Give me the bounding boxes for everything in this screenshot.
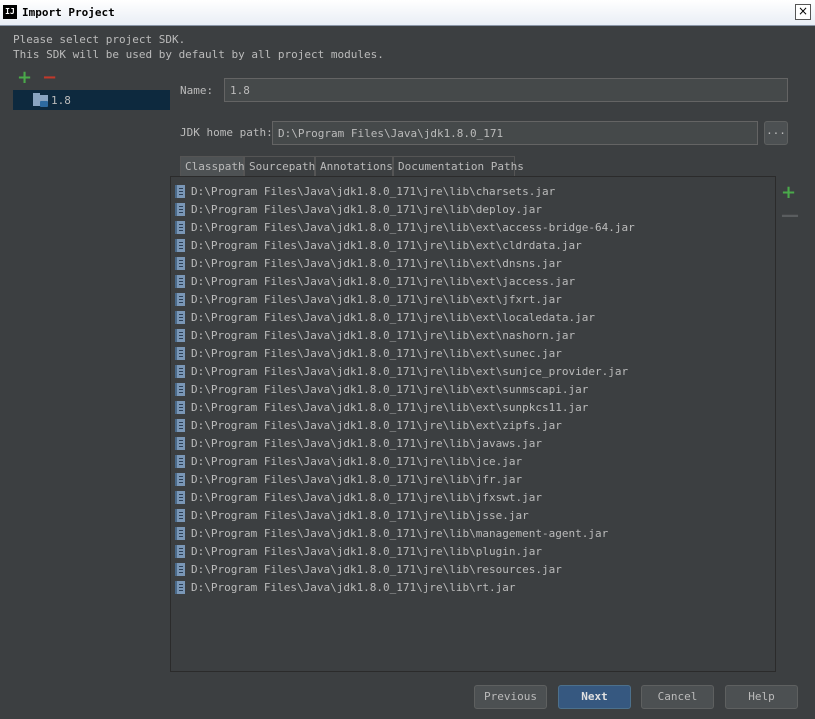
jar-icon xyxy=(175,491,185,504)
title-bar: IJ Import Project × xyxy=(0,0,815,26)
sdk-item-1-8[interactable]: 1.8 xyxy=(13,90,170,110)
classpath-row[interactable]: D:\Program Files\Java\jdk1.8.0_171\jre\l… xyxy=(171,470,771,488)
classpath-entry: D:\Program Files\Java\jdk1.8.0_171\jre\l… xyxy=(191,329,576,342)
classpath-entry: D:\Program Files\Java\jdk1.8.0_171\jre\l… xyxy=(191,257,562,270)
classpath-row[interactable]: D:\Program Files\Java\jdk1.8.0_171\jre\l… xyxy=(171,560,771,578)
classpath-row[interactable]: D:\Program Files\Java\jdk1.8.0_171\jre\l… xyxy=(171,524,771,542)
classpath-entry: D:\Program Files\Java\jdk1.8.0_171\jre\l… xyxy=(191,347,562,360)
classpath-entry: D:\Program Files\Java\jdk1.8.0_171\jre\l… xyxy=(191,491,542,504)
jar-icon xyxy=(175,311,185,324)
classpath-row[interactable]: D:\Program Files\Java\jdk1.8.0_171\jre\l… xyxy=(171,326,771,344)
description-line-2: This SDK will be used by default by all … xyxy=(13,48,384,61)
classpath-entry: D:\Program Files\Java\jdk1.8.0_171\jre\l… xyxy=(191,527,609,540)
jar-icon xyxy=(175,509,185,522)
jar-icon xyxy=(175,581,185,594)
classpath-row[interactable]: D:\Program Files\Java\jdk1.8.0_171\jre\l… xyxy=(171,218,771,236)
close-button[interactable]: × xyxy=(795,4,811,20)
jar-icon xyxy=(175,239,185,252)
classpath-entry: D:\Program Files\Java\jdk1.8.0_171\jre\l… xyxy=(191,239,582,252)
classpath-entry: D:\Program Files\Java\jdk1.8.0_171\jre\l… xyxy=(191,419,562,432)
tab-documentation-paths[interactable]: Documentation Paths xyxy=(393,156,524,176)
dialog-title: Import Project xyxy=(22,6,115,19)
jar-icon xyxy=(175,545,185,558)
classpath-entry: D:\Program Files\Java\jdk1.8.0_171\jre\l… xyxy=(191,185,556,198)
sdk-list: 1.8 xyxy=(13,90,170,699)
classpath-entry: D:\Program Files\Java\jdk1.8.0_171\jre\l… xyxy=(191,473,523,486)
jdk-home-input[interactable] xyxy=(272,121,758,145)
jar-icon xyxy=(175,437,185,450)
classpath-row[interactable]: D:\Program Files\Java\jdk1.8.0_171\jre\l… xyxy=(171,362,771,380)
jar-icon xyxy=(175,293,185,306)
jar-icon xyxy=(175,329,185,342)
classpath-row[interactable]: D:\Program Files\Java\jdk1.8.0_171\jre\l… xyxy=(171,182,771,200)
classpath-row[interactable]: D:\Program Files\Java\jdk1.8.0_171\jre\l… xyxy=(171,344,771,362)
classpath-entry: D:\Program Files\Java\jdk1.8.0_171\jre\l… xyxy=(191,293,562,306)
browse-button[interactable]: ... xyxy=(764,121,788,145)
classpath-list: D:\Program Files\Java\jdk1.8.0_171\jre\l… xyxy=(170,176,776,672)
sdk-item-label: 1.8 xyxy=(51,94,71,107)
classpath-row[interactable]: D:\Program Files\Java\jdk1.8.0_171\jre\l… xyxy=(171,290,771,308)
classpath-row[interactable]: D:\Program Files\Java\jdk1.8.0_171\jre\l… xyxy=(171,488,771,506)
jar-icon xyxy=(175,527,185,540)
jdk-home-label: JDK home path: xyxy=(180,126,273,139)
classpath-entry: D:\Program Files\Java\jdk1.8.0_171\jre\l… xyxy=(191,563,562,576)
name-label: Name: xyxy=(180,84,214,97)
remove-sdk-button[interactable]: − xyxy=(42,69,57,87)
jar-icon xyxy=(175,455,185,468)
classpath-entry: D:\Program Files\Java\jdk1.8.0_171\jre\l… xyxy=(191,509,529,522)
classpath-toolbar: + — xyxy=(776,176,815,672)
classpath-row[interactable]: D:\Program Files\Java\jdk1.8.0_171\jre\l… xyxy=(171,308,771,326)
classpath-entry: D:\Program Files\Java\jdk1.8.0_171\jre\l… xyxy=(191,455,523,468)
classpath-row[interactable]: D:\Program Files\Java\jdk1.8.0_171\jre\l… xyxy=(171,416,771,434)
classpath-row[interactable]: D:\Program Files\Java\jdk1.8.0_171\jre\l… xyxy=(171,272,771,290)
description-line-1: Please select project SDK. xyxy=(13,33,186,46)
help-button[interactable]: Help xyxy=(725,685,798,709)
tab-annotations[interactable]: Annotations xyxy=(315,156,393,176)
classpath-entry: D:\Program Files\Java\jdk1.8.0_171\jre\l… xyxy=(191,203,542,216)
classpath-row[interactable]: D:\Program Files\Java\jdk1.8.0_171\jre\l… xyxy=(171,506,771,524)
jar-icon xyxy=(175,347,185,360)
classpath-entry: D:\Program Files\Java\jdk1.8.0_171\jre\l… xyxy=(191,383,589,396)
classpath-row[interactable]: D:\Program Files\Java\jdk1.8.0_171\jre\l… xyxy=(171,452,771,470)
add-sdk-button[interactable]: + xyxy=(17,69,32,87)
previous-button[interactable]: Previous xyxy=(474,685,547,709)
jar-icon xyxy=(175,419,185,432)
classpath-entry: D:\Program Files\Java\jdk1.8.0_171\jre\l… xyxy=(191,437,542,450)
jar-icon xyxy=(175,383,185,396)
tab-sourcepath[interactable]: Sourcepath xyxy=(244,156,315,176)
classpath-entry: D:\Program Files\Java\jdk1.8.0_171\jre\l… xyxy=(191,545,542,558)
jar-icon xyxy=(175,275,185,288)
cancel-button[interactable]: Cancel xyxy=(641,685,714,709)
classpath-row[interactable]: D:\Program Files\Java\jdk1.8.0_171\jre\l… xyxy=(171,254,771,272)
jar-icon xyxy=(175,365,185,378)
classpath-row[interactable]: D:\Program Files\Java\jdk1.8.0_171\jre\l… xyxy=(171,542,771,560)
classpath-row[interactable]: D:\Program Files\Java\jdk1.8.0_171\jre\l… xyxy=(171,236,771,254)
classpath-row[interactable]: D:\Program Files\Java\jdk1.8.0_171\jre\l… xyxy=(171,200,771,218)
classpath-row[interactable]: D:\Program Files\Java\jdk1.8.0_171\jre\l… xyxy=(171,578,771,596)
next-button[interactable]: Next xyxy=(558,685,631,709)
jar-icon xyxy=(175,563,185,576)
classpath-entry: D:\Program Files\Java\jdk1.8.0_171\jre\l… xyxy=(191,365,629,378)
classpath-entry: D:\Program Files\Java\jdk1.8.0_171\jre\l… xyxy=(191,401,589,414)
jar-icon xyxy=(175,221,185,234)
classpath-row[interactable]: D:\Program Files\Java\jdk1.8.0_171\jre\l… xyxy=(171,398,771,416)
classpath-entry: D:\Program Files\Java\jdk1.8.0_171\jre\l… xyxy=(191,275,576,288)
intellij-logo-icon: IJ xyxy=(3,5,17,19)
jdk-folder-icon xyxy=(33,93,48,107)
name-input[interactable] xyxy=(224,78,788,102)
classpath-entry: D:\Program Files\Java\jdk1.8.0_171\jre\l… xyxy=(191,311,595,324)
jar-icon xyxy=(175,257,185,270)
jar-icon xyxy=(175,185,185,198)
classpath-entry: D:\Program Files\Java\jdk1.8.0_171\jre\l… xyxy=(191,581,516,594)
add-path-button[interactable]: + xyxy=(781,184,796,202)
tab-classpath[interactable]: Classpath xyxy=(180,156,245,176)
classpath-row[interactable]: D:\Program Files\Java\jdk1.8.0_171\jre\l… xyxy=(171,380,771,398)
jar-icon xyxy=(175,203,185,216)
remove-path-button[interactable]: — xyxy=(781,207,799,225)
classpath-entry: D:\Program Files\Java\jdk1.8.0_171\jre\l… xyxy=(191,221,635,234)
jar-icon xyxy=(175,473,185,486)
jar-icon xyxy=(175,401,185,414)
classpath-row[interactable]: D:\Program Files\Java\jdk1.8.0_171\jre\l… xyxy=(171,434,771,452)
